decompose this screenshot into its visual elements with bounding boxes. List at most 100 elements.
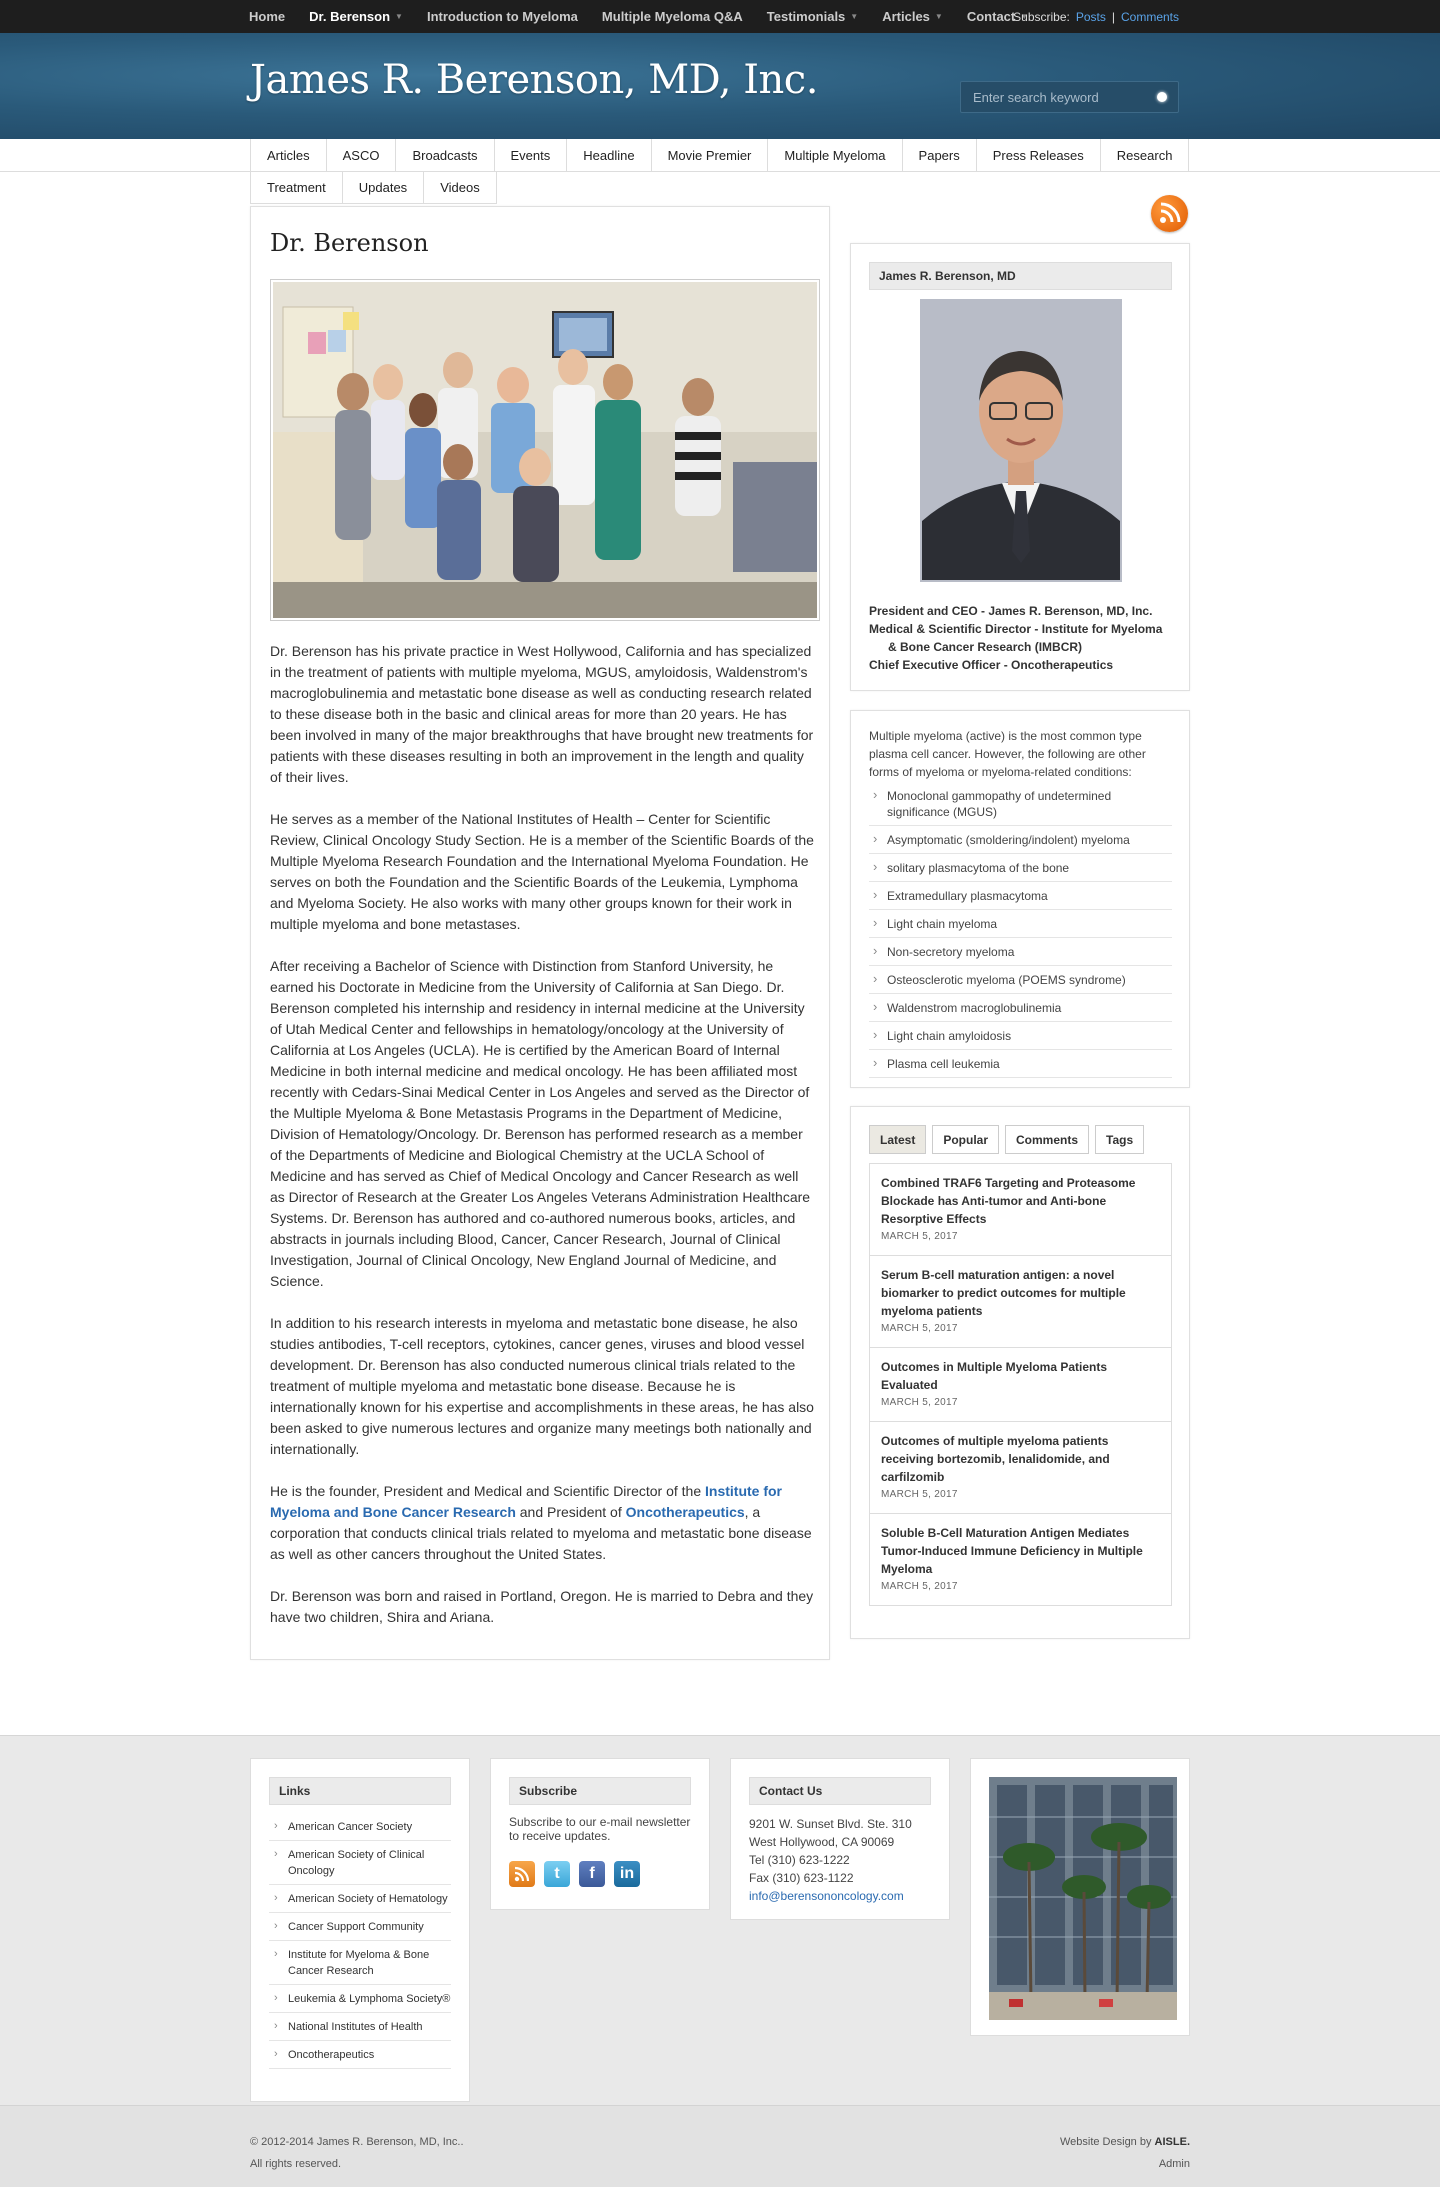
search-icon[interactable] [1157,92,1167,102]
post-item: Outcomes in Multiple Myeloma Patients Ev… [870,1347,1171,1421]
category-papers[interactable]: Papers [901,139,976,171]
footer-link-oncotherapeutics[interactable]: Oncotherapeutics [269,2041,451,2069]
post-date: MARCH 5, 2017 [881,1323,958,1334]
bio-paragraph-4: In addition to his research interests in… [270,1315,814,1457]
condition-item: Extramedullary plasmacytoma [869,882,1172,910]
portrait-photo [920,299,1122,582]
designer-link[interactable]: AISLE. [1155,2136,1190,2148]
role-line: & Bone Cancer Research (IMBCR) [888,640,1083,654]
rights-text: All rights reserved. [250,2158,342,2170]
bio-paragraph-3: After receiving a Bachelor of Science wi… [270,958,811,1289]
category-asco[interactable]: ASCO [325,139,396,171]
category-nav: Articles ASCO Broadcasts Events Headline Movi… [0,139,1440,172]
footer-building-photo [970,1758,1190,2036]
top-nav: Home Dr. Berenson ▼ Introduction to Myeloma… [249,0,1052,33]
post-date: MARCH 5, 2017 [881,1231,958,1242]
category-headline[interactable]: Headline [566,139,651,171]
role-line: President and CEO - James R. Berenson, M… [869,604,1153,618]
post-item: Outcomes of multiple myeloma patients re… [870,1421,1171,1513]
building-image [989,1777,1177,2020]
search-input[interactable] [961,82,1146,112]
twitter-icon[interactable]: t [544,1861,570,1887]
post-title-link[interactable]: Combined TRAF6 Targeting and Proteasome … [881,1174,1160,1228]
category-treatment[interactable]: Treatment [250,172,342,204]
category-press-releases[interactable]: Press Releases [975,139,1100,171]
condition-item: Light chain myeloma [869,910,1172,938]
rss-icon[interactable] [509,1861,535,1887]
category-articles[interactable]: Articles [250,139,326,171]
site-title[interactable]: James R. Berenson, MD, Inc. [250,57,818,103]
category-broadcasts[interactable]: Broadcasts [395,139,494,171]
email-link[interactable]: info@berensononcology.com [749,1889,904,1903]
topnav-item-multiple-myeloma-q-a[interactable]: Multiple Myeloma Q&A [602,9,743,24]
site-header: James R. Berenson, MD, Inc. [0,33,1440,139]
topnav-item-introduction-to-myeloma[interactable]: Introduction to Myeloma [427,9,578,24]
post-title-link[interactable]: Serum B-cell maturation antigen: a novel… [881,1266,1160,1320]
admin-link[interactable]: Admin [1060,2153,1190,2175]
tabbed-posts-widget: Latest Popular Comments Tags Combined TRAF6… [850,1106,1190,1639]
social-icons: t f in [509,1861,649,1887]
bio-paragraph-2: He serves as a member of the National In… [270,811,814,932]
category-nav-row2: Treatment Updates Videos [0,172,1440,204]
topnav-item-dr-berenson[interactable]: Dr. Berenson ▼ [309,9,403,24]
tab-popular[interactable]: Popular [932,1125,1000,1154]
site-credit: Website Design by AISLE. Admin [1060,2131,1190,2175]
footer-link-leukemia-lymphoma-society[interactable]: Leukemia & Lymphoma Society® [269,1985,451,2013]
category-multiple-myeloma[interactable]: Multiple Myeloma [767,139,902,171]
category-updates[interactable]: Updates [341,172,424,204]
tab-latest[interactable]: Latest [869,1125,927,1154]
subscribe-links: Subscribe: Posts | Comments [1013,0,1185,33]
topnav-item-label: Testimonials [766,9,846,24]
category-research[interactable]: Research [1099,139,1190,171]
footer-links-list: American Cancer SocietyAmerican Society … [269,1813,451,2069]
topnav-item-articles[interactable]: Articles ▼ [882,9,943,24]
footer-link-cancer-support-community[interactable]: Cancer Support Community [269,1913,451,1941]
separator: | [1111,9,1115,24]
bio-text: and President of [515,1504,626,1520]
footer-link-american-cancer-society[interactable]: American Cancer Society [269,1813,451,1841]
copyright: © 2012-2014 James R. Berenson, MD, Inc..… [250,2131,464,2175]
rss-icon[interactable] [1151,195,1188,232]
tab-tags[interactable]: Tags [1095,1125,1145,1154]
design-credit: Website Design by AISLE. [1060,2131,1190,2153]
profile-roles: President and CEO - James R. Berenson, M… [869,602,1179,674]
post-item: Combined TRAF6 Targeting and Proteasome … [870,1163,1171,1255]
role-line: Chief Executive Officer - Oncotherapeuti… [869,658,1114,672]
conditions-widget: Multiple myeloma (active) is the most co… [850,710,1190,1088]
profile-widget: James R. Berenson, MD President and CEO … [850,243,1190,691]
topnav-item-label: Introduction to Myeloma [426,9,578,24]
oncotherapeutics-link[interactable]: Oncotherapeutics [626,1504,745,1520]
linkedin-icon[interactable]: in [614,1861,640,1887]
category-events[interactable]: Events [493,139,567,171]
condition-item: Monoclonal gammopathy of undetermined si… [869,782,1172,826]
footer-link-institute-for-myeloma-bone-cancer-research[interactable]: Institute for Myeloma & Bone Cancer Rese… [269,1941,451,1985]
category-videos[interactable]: Videos [423,172,497,204]
footer-link-american-society-of-clinical-oncology[interactable]: American Society of Clinical Oncology [269,1841,451,1885]
address-line-1: 9201 W. Sunset Blvd. Ste. 310 [749,1817,912,1831]
facebook-icon[interactable]: f [579,1861,605,1887]
comments-feed-link[interactable]: Comments [1121,10,1179,24]
design-prefix: Website Design by [1059,2136,1155,2148]
post-title-link[interactable]: Outcomes of multiple myeloma patients re… [881,1432,1160,1486]
topnav-item-home[interactable]: Home [249,9,285,24]
bio-paragraph-1: Dr. Berenson has his private practice in… [270,643,814,785]
condition-item: Asymptomatic (smoldering/indolent) myelo… [869,826,1172,854]
post-title-link[interactable]: Outcomes in Multiple Myeloma Patients Ev… [881,1358,1160,1394]
footer-link-national-institutes-of-health[interactable]: National Institutes of Health [269,2013,451,2041]
chevron-down-icon: ▼ [934,12,943,21]
topnav-item-testimonials[interactable]: Testimonials ▼ [767,9,858,24]
posts-feed-link[interactable]: Posts [1076,10,1106,24]
condition-item: Non-secretory myeloma [869,938,1172,966]
bio-paragraph-6: Dr. Berenson was born and raised in Port… [270,1588,814,1625]
profile-heading: James R. Berenson, MD [869,262,1172,290]
top-bar: Home Dr. Berenson ▼ Introduction to Myeloma… [0,0,1440,33]
post-item: Serum B-cell maturation antigen: a novel… [870,1255,1171,1347]
subscribe-label: Subscribe: [1013,9,1070,24]
footer-link-american-society-of-hematology[interactable]: American Society of Hematology [269,1885,451,1913]
category-movie-premier[interactable]: Movie Premier [650,139,768,171]
post-title-link[interactable]: Soluble B-Cell Maturation Antigen Mediat… [881,1524,1160,1578]
topnav-item-label: Home [249,9,286,24]
conditions-list: Monoclonal gammopathy of undetermined si… [869,782,1172,1078]
tab-comments[interactable]: Comments [1005,1125,1090,1154]
post-date: MARCH 5, 2017 [881,1581,958,1592]
